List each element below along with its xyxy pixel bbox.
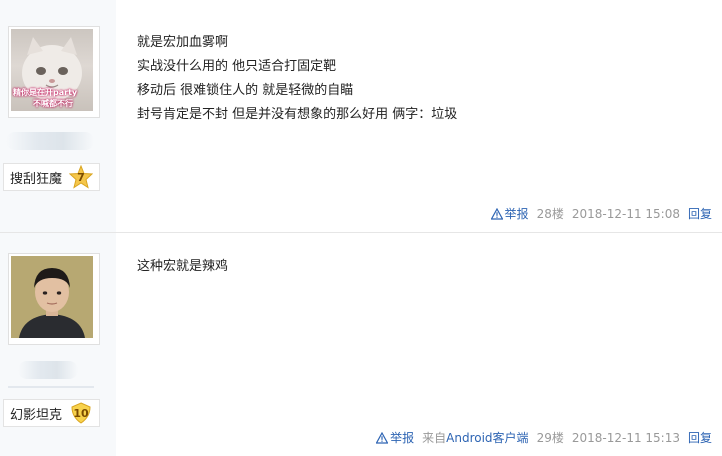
post-tail: 举报 来自Android客户端 29楼 2018-12-11 15:13 回复 — [376, 429, 712, 446]
reply-button[interactable]: 回复 — [688, 429, 712, 446]
avatar-frame[interactable]: 精你是在开party 不喊都不行 — [8, 26, 100, 118]
content-line: 封号肯定是不封 但是并没有想象的那么好用 俩字：垃圾 — [137, 107, 458, 122]
blurred-nickname — [6, 132, 94, 150]
username-link[interactable]: 幻影坦克 — [4, 404, 69, 423]
warning-icon — [376, 431, 389, 444]
warning-icon — [490, 207, 503, 220]
post-content: 这种宏就是辣鸡 — [137, 255, 228, 279]
avatar-caption-line-1: 精你是在开party — [13, 88, 78, 97]
post-source: 来自Android客户端 — [422, 429, 528, 446]
content-line: 就是宏加血雾啊 — [137, 35, 229, 50]
report-link[interactable]: 举报 — [490, 205, 529, 222]
avatar[interactable]: 精你是在开party 不喊都不行 — [11, 29, 93, 111]
post-body: 这种宏就是辣鸡 举报 来自Android客户端 29楼 2018-12-11 1… — [116, 233, 722, 456]
content-line: 实战没什么用的 他只适合打固定靶 — [137, 59, 337, 74]
content-line: 移动后 很难锁住人的 就是轻微的自瞄 — [137, 83, 354, 98]
post-floor-28: 精你是在开party 不喊都不行 搜刮狂魔 7 就是宏加血雾啊 实战没什么用的 … — [0, 0, 722, 232]
username-link[interactable]: 搜刮狂魔 — [4, 168, 69, 187]
source-prefix: 来自 — [422, 431, 447, 445]
post-time: 2018-12-11 15:08 — [571, 206, 680, 221]
avatar-caption-line-2: 不喊都不行 — [33, 99, 73, 108]
floor-number: 29楼 — [536, 431, 564, 445]
user-badge-card: 幻影坦克 10 — [3, 399, 100, 427]
avatar-frame[interactable] — [8, 253, 100, 345]
avatar[interactable] — [11, 256, 93, 338]
post-content: 就是宏加血雾啊 实战没什么用的 他只适合打固定靶 移动后 很难锁住人的 就是轻微… — [137, 31, 457, 127]
user-badge-card: 搜刮狂魔 7 — [3, 163, 100, 191]
author-sidebar: 幻影坦克 10 — [0, 233, 116, 456]
content-line: 这种宏就是辣鸡 — [137, 259, 229, 274]
report-label: 举报 — [504, 207, 529, 221]
source-app-link[interactable]: Android客户端 — [446, 431, 528, 445]
post-tail: 举报 28楼 2018-12-11 15:08 回复 — [490, 205, 712, 222]
author-sidebar: 精你是在开party 不喊都不行 搜刮狂魔 7 — [0, 0, 116, 232]
separator-line — [8, 386, 94, 388]
post-time: 2018-12-11 15:13 — [571, 430, 680, 445]
level-number: 7 — [77, 170, 85, 184]
post-floor-29: 幻影坦克 10 这种宏就是辣鸡 举报 来自Android客户端 29楼 2018… — [0, 233, 722, 456]
report-label: 举报 — [390, 431, 415, 445]
reply-button[interactable]: 回复 — [688, 205, 712, 222]
floor-number: 28楼 — [536, 207, 564, 221]
boy-avatar-icon — [11, 256, 93, 338]
level-number: 10 — [73, 406, 89, 420]
post-body: 就是宏加血雾啊 实战没什么用的 他只适合打固定靶 移动后 很难锁住人的 就是轻微… — [116, 0, 722, 232]
level-badge[interactable]: 10 — [69, 401, 93, 425]
level-badge[interactable]: 7 — [68, 164, 94, 189]
report-link[interactable]: 举报 — [376, 429, 414, 446]
blurred-nickname — [18, 361, 78, 379]
